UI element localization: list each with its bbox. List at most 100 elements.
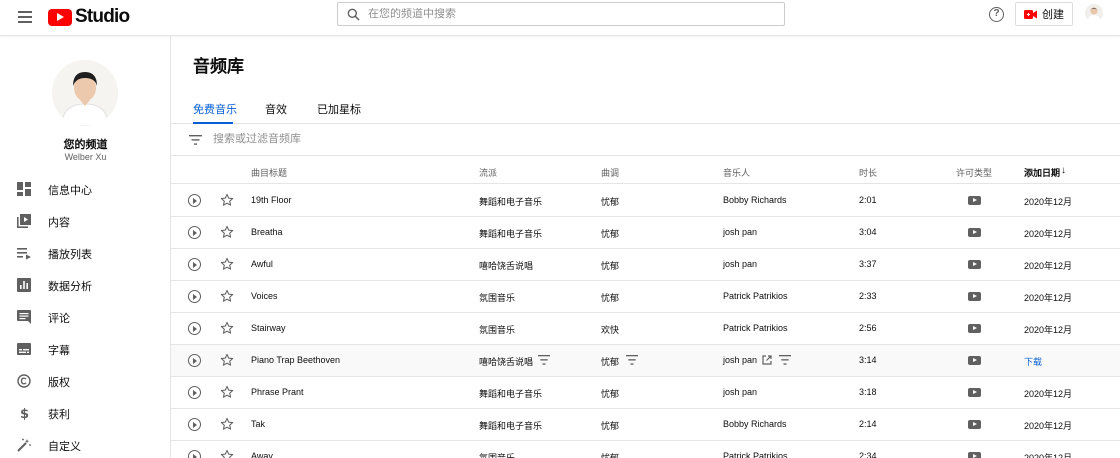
youtube-license-icon bbox=[968, 228, 981, 237]
youtube-license-icon bbox=[968, 292, 981, 301]
download-link[interactable]: 下载 bbox=[1024, 355, 1042, 368]
play-icon[interactable] bbox=[188, 194, 201, 207]
column-header-genre[interactable]: 流派 bbox=[479, 166, 497, 179]
sidebar-item-content[interactable]: 内容 bbox=[0, 205, 170, 237]
channel-avatar[interactable] bbox=[52, 60, 118, 126]
play-icon[interactable] bbox=[188, 450, 201, 458]
track-genre: 舞蹈和电子音乐 bbox=[479, 197, 543, 207]
column-header-title[interactable]: 曲目标题 bbox=[251, 166, 287, 179]
youtube-logo-icon bbox=[48, 8, 72, 26]
play-icon[interactable] bbox=[188, 258, 201, 271]
track-mood: 忧郁 bbox=[601, 261, 620, 271]
table-row[interactable]: 19th Floor 舞蹈和电子音乐 忧郁 Bobby Richards 2:01 202… bbox=[171, 185, 1120, 217]
track-added-date: 2020年12月 bbox=[1024, 389, 1073, 399]
track-mood: 忧郁 bbox=[601, 389, 620, 399]
channel-name: Welber Xu bbox=[64, 152, 107, 162]
hamburger-menu-icon[interactable] bbox=[16, 8, 34, 26]
row-filter-icon[interactable] bbox=[779, 355, 791, 365]
sidebar-item-label: 评论 bbox=[48, 313, 70, 325]
play-icon[interactable] bbox=[188, 322, 201, 335]
search-input[interactable] bbox=[368, 8, 748, 20]
table-row[interactable]: Awful 嘻哈饶舌说唱 忧郁 josh pan 3:37 2020年12月 bbox=[171, 249, 1120, 281]
track-genre: 嘻哈饶舌说唱 bbox=[479, 357, 534, 367]
star-icon[interactable] bbox=[220, 257, 234, 271]
star-icon[interactable] bbox=[220, 289, 234, 303]
column-header-added[interactable]: 添加日期 bbox=[1024, 166, 1060, 179]
track-added-date: 2020年12月 bbox=[1024, 197, 1073, 207]
sidebar-item-label: 内容 bbox=[48, 217, 70, 229]
column-header-artist[interactable]: 音乐人 bbox=[723, 166, 750, 179]
sidebar-item-dashboard[interactable]: 信息中心 bbox=[0, 173, 170, 205]
tab-starred[interactable]: 已加星标 bbox=[317, 101, 361, 117]
star-icon[interactable] bbox=[220, 353, 234, 367]
star-icon[interactable] bbox=[220, 385, 234, 399]
column-header-mood[interactable]: 曲调 bbox=[601, 166, 619, 179]
column-header-license[interactable]: 许可类型 bbox=[956, 166, 992, 179]
track-duration: 3:37 bbox=[859, 259, 877, 269]
tab-bar: 免费音乐 音效 已加星标 bbox=[171, 96, 1120, 124]
play-icon[interactable] bbox=[188, 354, 201, 367]
track-added-date: 2020年12月 bbox=[1024, 325, 1073, 335]
star-icon[interactable] bbox=[220, 225, 234, 239]
filter-bar bbox=[171, 125, 1120, 156]
sidebar-item-analytics[interactable]: 数据分析 bbox=[0, 269, 170, 301]
table-row[interactable]: Phrase Prant 舞蹈和电子音乐 忧郁 josh pan 3:18 2020年12… bbox=[171, 377, 1120, 409]
filter-icon[interactable] bbox=[189, 135, 202, 145]
external-link-icon[interactable] bbox=[762, 355, 772, 365]
dashboard-icon bbox=[17, 182, 31, 196]
track-mood: 忧郁 bbox=[601, 357, 620, 367]
sidebar-item-playlists[interactable]: 播放列表 bbox=[0, 237, 170, 269]
analytics-icon bbox=[17, 278, 31, 292]
create-button[interactable]: 创建 bbox=[1015, 2, 1073, 26]
account-avatar[interactable] bbox=[1085, 4, 1103, 22]
star-icon[interactable] bbox=[220, 321, 234, 335]
sidebar-item-copyright[interactable]: 版权 bbox=[0, 365, 170, 397]
row-filter-icon[interactable] bbox=[626, 355, 638, 365]
content-icon bbox=[17, 214, 31, 228]
help-icon[interactable]: ? bbox=[989, 7, 1004, 22]
table-row[interactable]: Piano Trap Beethoven 嘻哈饶舌说唱 忧郁 josh pan 3:14… bbox=[171, 345, 1120, 377]
table-row[interactable]: Voices 氛围音乐 忧郁 Patrick Patrikios 2:33 2020年12… bbox=[171, 281, 1120, 313]
search-box[interactable] bbox=[337, 2, 785, 26]
track-artist: josh pan bbox=[723, 259, 758, 269]
track-mood: 忧郁 bbox=[601, 197, 620, 207]
table-row[interactable]: Tak 舞蹈和电子音乐 忧郁 Bobby Richards 2:14 2020年12月 bbox=[171, 409, 1120, 441]
play-icon[interactable] bbox=[188, 226, 201, 239]
track-artist: Bobby Richards bbox=[723, 419, 787, 429]
star-icon[interactable] bbox=[220, 417, 234, 431]
star-icon[interactable] bbox=[220, 193, 234, 207]
play-icon[interactable] bbox=[188, 418, 201, 431]
tab-sound-effects[interactable]: 音效 bbox=[265, 101, 287, 117]
play-icon[interactable] bbox=[188, 290, 201, 303]
track-mood: 欢快 bbox=[601, 325, 620, 335]
table-row[interactable]: Away 氛围音乐 忧郁 Patrick Patrikios 2:34 2020年12月 bbox=[171, 441, 1120, 458]
filter-input[interactable] bbox=[213, 133, 613, 145]
table-row[interactable]: Stairway 氛围音乐 欢快 Patrick Patrikios 2:56 2020年… bbox=[171, 313, 1120, 345]
copyright-icon bbox=[17, 374, 31, 388]
sort-arrow-icon[interactable]: ↓ bbox=[1061, 165, 1066, 176]
video-camera-icon bbox=[1024, 9, 1037, 19]
page-title: 音频库 bbox=[193, 57, 244, 76]
channel-title: 您的频道 bbox=[63, 139, 108, 151]
track-artist: Patrick Patrikios bbox=[723, 323, 788, 333]
sidebar-item-comments[interactable]: 评论 bbox=[0, 301, 170, 333]
sidebar-item-subtitles[interactable]: 字幕 bbox=[0, 333, 170, 365]
play-icon[interactable] bbox=[188, 386, 201, 399]
column-header-duration[interactable]: 时长 bbox=[859, 166, 877, 179]
youtube-license-icon bbox=[968, 260, 981, 269]
track-title: Tak bbox=[251, 419, 266, 429]
sidebar-item-customization[interactable]: 自定义 bbox=[0, 429, 170, 458]
youtube-license-icon bbox=[968, 388, 981, 397]
track-mood: 忧郁 bbox=[601, 453, 620, 458]
star-icon[interactable] bbox=[220, 449, 234, 458]
track-duration: 3:14 bbox=[859, 355, 877, 365]
sidebar-item-monetization[interactable]: $ 获利 bbox=[0, 397, 170, 429]
table-row[interactable]: Breatha 舞蹈和电子音乐 忧郁 josh pan 3:04 2020年12月 bbox=[171, 217, 1120, 249]
track-artist: josh pan bbox=[723, 355, 758, 365]
row-filter-icon[interactable] bbox=[538, 355, 550, 365]
sidebar-item-label: 获利 bbox=[48, 409, 70, 421]
studio-logo[interactable]: Studio bbox=[48, 6, 130, 28]
track-genre: 舞蹈和电子音乐 bbox=[479, 389, 543, 399]
search-icon[interactable] bbox=[338, 8, 368, 21]
tab-free-music[interactable]: 免费音乐 bbox=[193, 101, 237, 117]
